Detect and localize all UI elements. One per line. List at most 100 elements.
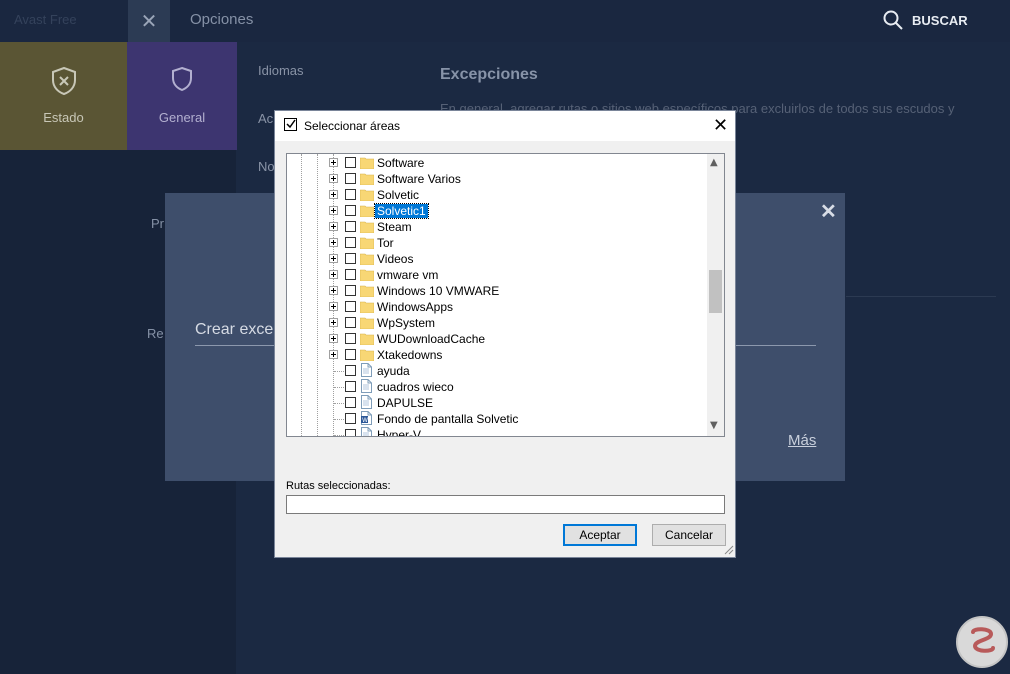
tree-item-checkbox[interactable] <box>345 413 356 424</box>
expand-icon[interactable] <box>329 350 338 359</box>
checkbox-window-icon <box>284 118 297 131</box>
tree-connector <box>334 419 344 420</box>
tree-item-label: Solvetic <box>377 188 420 202</box>
tree-item[interactable]: WpSystem <box>287 315 707 331</box>
selected-paths-field[interactable] <box>286 495 725 514</box>
tree-item-checkbox[interactable] <box>345 189 356 200</box>
svg-text:W: W <box>362 417 368 424</box>
tree-item[interactable]: W Fondo de pantalla Solvetic <box>287 411 707 427</box>
tile-estado[interactable]: Estado <box>0 42 127 150</box>
folder-icon <box>360 349 374 361</box>
tree-item[interactable]: cuadros wieco <box>287 379 707 395</box>
scroll-up-icon[interactable]: ▲ <box>710 157 718 168</box>
tree-item[interactable]: Tor <box>287 235 707 251</box>
tree-item[interactable]: Videos <box>287 251 707 267</box>
tree-item[interactable]: Hyper-V <box>287 427 707 437</box>
tree-connector <box>334 435 344 436</box>
tree-item[interactable]: Windows 10 VMWARE <box>287 283 707 299</box>
folder-icon <box>360 237 374 249</box>
selected-paths-label: Rutas seleccionadas: <box>286 480 391 492</box>
tree-scrollbar[interactable]: ▲ ▼ <box>707 154 724 436</box>
tree-item-checkbox[interactable] <box>345 221 356 232</box>
dialog-titlebar: Seleccionar áreas ✕ <box>275 111 735 141</box>
expand-icon[interactable] <box>329 158 338 167</box>
folder-icon <box>360 189 374 201</box>
accept-button[interactable]: Aceptar <box>563 524 637 546</box>
tree-item-label: Steam <box>377 220 412 234</box>
search-button[interactable]: BUSCAR <box>882 9 968 31</box>
folder-tree[interactable]: Software Software Varios Solvetic Solvetic1… <box>286 153 725 437</box>
tree-item-label: Hyper-V <box>377 428 422 437</box>
tree-item-checkbox[interactable] <box>345 253 356 264</box>
tree-item-checkbox[interactable] <box>345 301 356 312</box>
tree-item[interactable]: Software Varios <box>287 171 707 187</box>
expand-icon[interactable] <box>329 318 338 327</box>
expand-icon[interactable] <box>329 190 338 199</box>
tree-item[interactable]: Steam <box>287 219 707 235</box>
tree-item[interactable]: Xtakedowns <box>287 347 707 363</box>
tree-item[interactable]: WUDownloadCache <box>287 331 707 347</box>
tree-item[interactable]: vmware vm <box>287 267 707 283</box>
expand-icon[interactable] <box>329 286 338 295</box>
expand-icon[interactable] <box>329 334 338 343</box>
tree-item[interactable]: Software <box>287 155 707 171</box>
resize-grip-icon[interactable] <box>724 545 734 555</box>
close-options-button[interactable]: ✕ <box>128 0 170 42</box>
tile-estado-label: Estado <box>43 110 84 125</box>
tree-item-label: Software <box>377 156 425 170</box>
search-icon <box>883 10 903 30</box>
tree-item-checkbox[interactable] <box>345 349 356 360</box>
cancel-button[interactable]: Cancelar <box>652 524 726 546</box>
expand-icon[interactable] <box>329 254 338 263</box>
create-exception-input-label: Crear excep <box>195 321 283 338</box>
tree-item[interactable]: Solvetic <box>287 187 707 203</box>
nav-ac[interactable]: Ac <box>258 111 273 126</box>
nav-no[interactable]: No <box>258 159 275 174</box>
tree-item-checkbox[interactable] <box>345 333 356 344</box>
select-areas-dialog: Seleccionar áreas ✕ Software Software Var… <box>274 110 736 558</box>
word-file-icon: W <box>361 411 372 425</box>
expand-icon[interactable] <box>329 206 338 215</box>
nav-idiomas[interactable]: Idiomas <box>258 63 304 78</box>
folder-icon <box>360 285 374 297</box>
expand-icon[interactable] <box>329 270 338 279</box>
tree-item-label: DAPULSE <box>377 396 434 410</box>
tree-item-checkbox[interactable] <box>345 237 356 248</box>
expand-icon[interactable] <box>329 174 338 183</box>
scroll-thumb[interactable] <box>709 270 722 313</box>
tree-item-checkbox[interactable] <box>345 317 356 328</box>
tree-item-label: Xtakedowns <box>377 348 443 362</box>
side-fragment-pr: Pr <box>151 216 164 231</box>
tree-item-checkbox[interactable] <box>345 285 356 296</box>
more-link[interactable]: Más <box>788 432 816 449</box>
tree-item-label: WindowsApps <box>377 300 454 314</box>
section-title: Excepciones <box>440 66 538 83</box>
expand-icon[interactable] <box>329 238 338 247</box>
tree-item[interactable]: WindowsApps <box>287 299 707 315</box>
side-fragment-re: Re <box>147 326 164 341</box>
dialog-close-button[interactable]: ✕ <box>713 115 728 136</box>
tree-connector <box>334 403 344 404</box>
tree-item[interactable]: ayuda <box>287 363 707 379</box>
tree-item-checkbox[interactable] <box>345 429 356 436</box>
scroll-down-icon[interactable]: ▼ <box>710 420 718 431</box>
expand-icon[interactable] <box>329 302 338 311</box>
tree-item[interactable]: DAPULSE <box>287 395 707 411</box>
tree-item-checkbox[interactable] <box>345 205 356 216</box>
tile-general[interactable]: General <box>127 42 237 150</box>
tree-item-checkbox[interactable] <box>345 269 356 280</box>
file-icon <box>361 427 372 436</box>
tree-item-checkbox[interactable] <box>345 365 356 376</box>
tree-item-checkbox[interactable] <box>345 173 356 184</box>
tree-item-label: Windows 10 VMWARE <box>377 284 500 298</box>
folder-icon <box>360 301 374 313</box>
tree-item-checkbox[interactable] <box>345 397 356 408</box>
input-underline-right <box>736 345 816 346</box>
tree-item[interactable]: Solvetic1 <box>287 203 707 219</box>
panel-close-button[interactable]: ✕ <box>820 199 837 224</box>
folder-icon <box>360 269 374 281</box>
expand-icon[interactable] <box>329 222 338 231</box>
tree-item-label: vmware vm <box>377 268 439 282</box>
tree-item-checkbox[interactable] <box>345 381 356 392</box>
tree-item-checkbox[interactable] <box>345 157 356 168</box>
